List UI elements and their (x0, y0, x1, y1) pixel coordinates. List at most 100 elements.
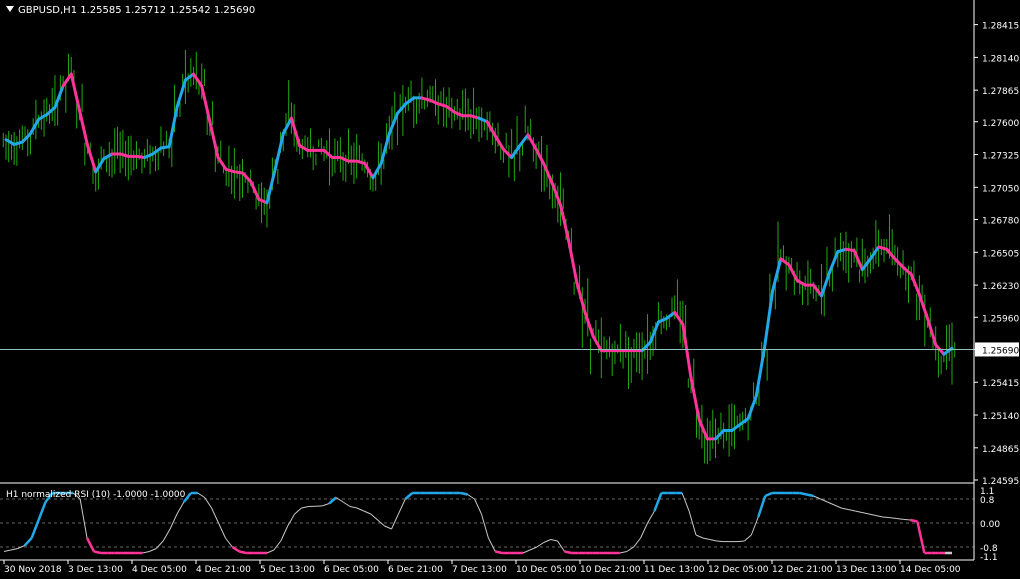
rsi-line-segment (85, 537, 96, 553)
price-line-segment (183, 72, 196, 82)
price-line-segment (151, 146, 163, 156)
rsi-line-segment (335, 497, 344, 503)
price-line-segment (395, 102, 408, 115)
price-line-segment (868, 245, 881, 261)
price-line-segment (730, 423, 742, 433)
rsi-line-segment (384, 525, 392, 530)
price-line-segment (885, 247, 897, 261)
price-line-segment (45, 105, 57, 117)
rsi-line-segment (861, 512, 870, 515)
price-line-segment (762, 289, 775, 350)
rsi-line-segment (916, 521, 926, 554)
rsi-line-segment (149, 548, 157, 552)
price-line-segment (926, 316, 938, 347)
rsi-line-segment (211, 507, 219, 524)
rsi-line-segment (653, 492, 663, 512)
price-axis[interactable]: 1.28415 1.28140 1.27865 1.27600 1.27325 1.270… (974, 22, 1019, 487)
price-line-segment (53, 84, 65, 109)
time-tick-label: 10 Dec 05:00 (516, 565, 577, 575)
rsi-line-segment (294, 507, 302, 515)
rsi-line-segment (633, 537, 642, 548)
price-line-segment (567, 239, 579, 285)
price-line-segment (665, 311, 677, 320)
rsi-line-segment (495, 550, 503, 555)
price-tick-label: 1.27325 (982, 152, 1019, 162)
time-tick-label: 11 Dec 13:00 (644, 565, 705, 575)
rsi-line-segment (543, 539, 551, 543)
price-line-segment (94, 157, 106, 174)
price-line-segment (591, 334, 603, 353)
price-tick-label: 1.28415 (982, 22, 1019, 32)
rsi-line-segment (882, 516, 890, 519)
rsi-line-segment (702, 537, 710, 540)
rsi-line-segment (855, 510, 863, 513)
price-line-segment (583, 311, 595, 338)
dropdown-triangle-icon[interactable] (6, 6, 14, 12)
rsi-line-segment (169, 513, 178, 530)
rsi-line-segment (557, 540, 565, 552)
rsi-line-segment (266, 549, 275, 554)
price-line-segment (714, 429, 726, 441)
price-line-segment (379, 132, 391, 165)
rsi-line-segment (280, 525, 289, 542)
rsi-line-segment (79, 498, 88, 539)
price-line-segment (208, 120, 220, 160)
price-line-segment (648, 320, 660, 344)
price-line-segment (820, 270, 832, 298)
price-line-segment (754, 346, 766, 398)
price-line-segment (363, 161, 375, 180)
rsi-line-segment (356, 507, 365, 512)
rsi-line-segment (903, 518, 911, 521)
price-line-segment (811, 283, 824, 298)
rsi-line-segment (750, 516, 759, 536)
rsi-line-segment (474, 498, 482, 515)
rsi-line-segment (225, 537, 233, 548)
price-bars (2, 50, 956, 465)
rsi-line-segment (301, 506, 309, 509)
price-line-segment (444, 104, 457, 114)
rsi-line-segment (197, 492, 205, 498)
symbol-title[interactable]: GBPUSD,H1 1.25585 1.25712 1.25542 1.2569… (6, 5, 255, 16)
rsi-tick-label: -1.1 (980, 553, 998, 563)
time-tick-label: 30 Nov 2018 (4, 565, 62, 575)
indicator-title: H1 normalized RSI (10) -1.0000 -1.0000 (6, 490, 186, 500)
rsi-line-segment (239, 550, 247, 555)
price-line-segment (175, 78, 187, 108)
price-line-segment (771, 257, 783, 293)
rsi-line-segment (404, 492, 414, 500)
rsi-line-segment (397, 498, 406, 515)
price-line-segment (787, 263, 799, 282)
price-line-segment (534, 147, 546, 167)
price-line-segment (510, 144, 522, 160)
rsi-line-segment (93, 550, 102, 555)
price-line-segment (779, 257, 791, 267)
rsi-line-segment (619, 551, 627, 554)
rsi-line-segment (910, 518, 918, 523)
rsi-line-segment (827, 501, 835, 506)
price-line-segment (322, 148, 334, 160)
rsi-line-segment (896, 518, 904, 520)
time-tick-label: 6 Dec 05:00 (324, 565, 379, 575)
price-line-segment (387, 111, 399, 136)
price-line-segment (265, 167, 277, 205)
time-tick-label: 10 Dec 21:00 (580, 565, 641, 575)
price-line-segment (575, 281, 587, 315)
rsi-line-segment (875, 515, 883, 518)
rsi-level-lines (0, 498, 974, 548)
price-line-segment (20, 132, 32, 144)
rsi-line-segment (273, 540, 282, 551)
rsi-line-segment (564, 550, 572, 555)
price-line-segment (828, 250, 840, 274)
time-axis[interactable]: 30 Nov 2018 3 Dec 13:00 4 Dec 05:00 4 Dec 2… (3, 560, 961, 575)
rsi-axis[interactable]: 1.10.80.00-0.8-1.1 (980, 487, 1000, 563)
rsi-line-segment (487, 537, 496, 552)
price-line-segment (518, 133, 530, 148)
rsi-line-segment (536, 542, 545, 548)
rsi-line-segment (37, 501, 47, 521)
time-tick-label: 5 Dec 13:00 (260, 565, 315, 575)
rsi-line-segment (848, 509, 856, 512)
time-tick-label: 7 Dec 13:00 (452, 565, 507, 575)
price-line-segment (281, 116, 293, 136)
price-line-segment (273, 132, 285, 171)
price-line-segment (69, 72, 81, 112)
